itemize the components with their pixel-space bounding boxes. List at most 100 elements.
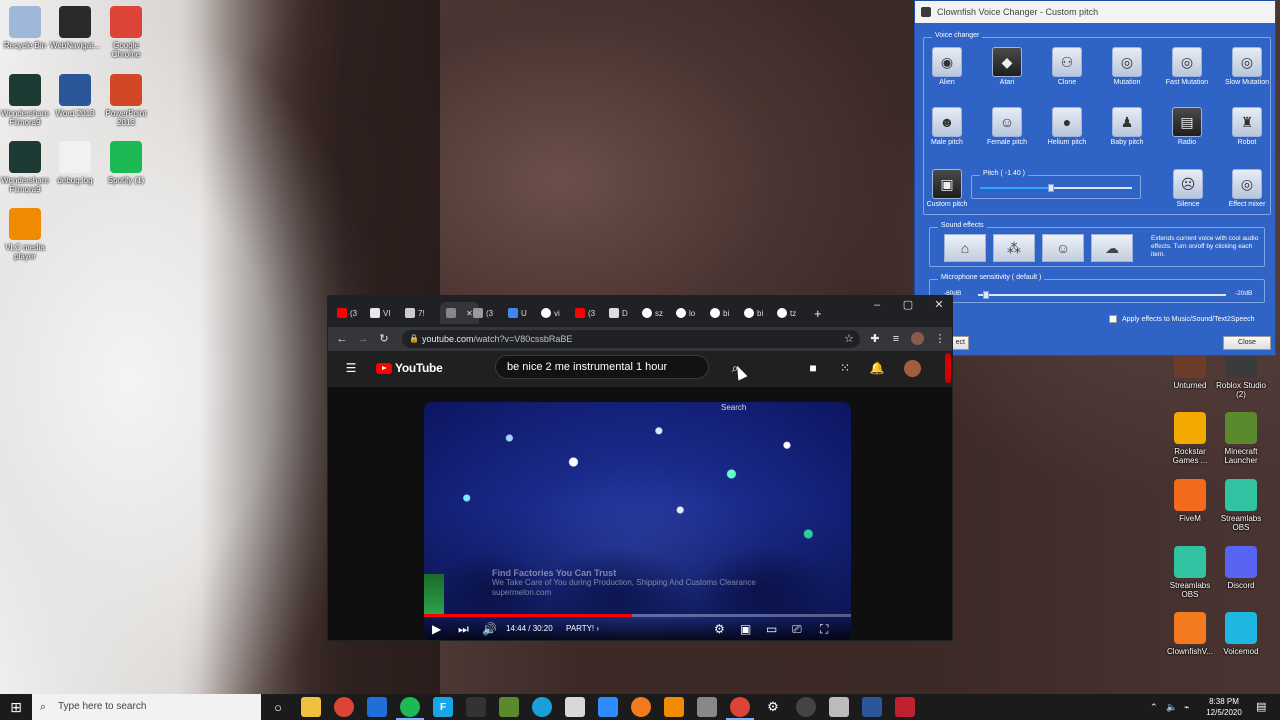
browser-tab[interactable]: VI	[370, 302, 391, 324]
taskbar-clock[interactable]: 8:38 PM 12/5/2020	[1200, 696, 1248, 718]
voice-effect-button[interactable]: ☺ Female pitch	[978, 107, 1036, 147]
browser-tab[interactable]: (3	[575, 302, 595, 324]
extensions-icon[interactable]: ✚	[867, 331, 883, 347]
chrome-active-taskbar-icon[interactable]	[726, 697, 754, 720]
scrollbar-thumb[interactable]	[945, 353, 951, 383]
hamburger-menu-icon[interactable]: ☰	[343, 360, 359, 376]
pitch-slider-knob[interactable]	[1048, 184, 1055, 192]
voice-effect-button[interactable]: ◎ Slow Mutation	[1218, 47, 1276, 87]
voice-effect-button[interactable]: ⚇ Clone	[1038, 47, 1096, 87]
globe-taskbar-icon[interactable]	[796, 697, 816, 717]
voice-effect-button[interactable]: ◉ Alien	[918, 47, 976, 87]
sound-effect-ghost-icon[interactable]: ☁	[1091, 234, 1133, 262]
desktop-icon[interactable]: debug.log	[47, 141, 103, 185]
desktop-icon[interactable]: FiveM	[1162, 479, 1218, 523]
next-icon[interactable]: ⏭	[458, 622, 469, 636]
voice-effect-button[interactable]: ☻ Male pitch	[918, 107, 976, 147]
mic-slider-knob[interactable]	[982, 291, 989, 299]
notification-center-icon[interactable]: ▤	[1256, 694, 1266, 720]
profile-avatar[interactable]	[909, 331, 925, 347]
desktop-icon[interactable]: PowerPoint 2013	[98, 74, 154, 127]
youtube-search-input[interactable]: be nice 2 me instrumental 1 hour	[495, 355, 709, 379]
chrome-menu-icon[interactable]: ⋮	[932, 331, 948, 347]
app4-taskbar-icon[interactable]	[862, 697, 882, 717]
task-view-icon[interactable]: ○	[268, 697, 288, 717]
settings-taskbar-icon[interactable]: ⚙	[763, 697, 783, 717]
volume-tray-icon[interactable]: 🔈	[1166, 694, 1177, 720]
network-tray-icon[interactable]: ⌁	[1184, 694, 1189, 720]
back-icon[interactable]: ←	[334, 331, 350, 347]
edge-taskbar-icon[interactable]	[532, 697, 552, 717]
spotify-taskbar-icon[interactable]	[396, 697, 424, 720]
minecraft-taskbar-icon[interactable]	[499, 697, 519, 717]
voice-effect-button[interactable]: ◎ Mutation	[1098, 47, 1156, 87]
address-bar[interactable]: 🔒 youtube.com/watch?v=V80cssbRaBE ☆	[402, 330, 860, 348]
app5-taskbar-icon[interactable]	[895, 697, 915, 717]
zoom-taskbar-icon[interactable]	[598, 697, 618, 717]
desktop-icon[interactable]: Wondershare Filmora9	[0, 141, 53, 194]
browser-tab[interactable]: D	[609, 302, 628, 324]
roblox-taskbar-icon[interactable]	[565, 697, 585, 717]
close-button[interactable]: Close	[1223, 336, 1271, 350]
cast-icon[interactable]: ⎚	[792, 622, 802, 636]
desktop-icon[interactable]: Discord	[1213, 546, 1269, 590]
browser-tab[interactable]: lo	[676, 302, 695, 324]
volume-icon[interactable]: 🔊	[482, 622, 497, 636]
desktop-icon[interactable]: Streamlabs OBS	[1213, 479, 1269, 532]
reading-list-icon[interactable]: ≡	[888, 331, 904, 347]
desktop-icon[interactable]: VLC media player	[0, 208, 53, 261]
apply-effects-checkbox[interactable]: Apply effects to Music/Sound/Text2Speech	[1109, 315, 1255, 323]
apps-grid-icon[interactable]: ⁙	[837, 360, 853, 376]
mic-sensitivity-slider[interactable]	[978, 291, 1226, 299]
miniplayer-icon[interactable]: ▣	[740, 622, 751, 636]
clownfish-taskbar-icon[interactable]	[631, 697, 651, 717]
f-app-taskbar-icon[interactable]: F	[433, 697, 453, 717]
windows-start-icon[interactable]: ⊞	[0, 694, 32, 720]
browser-tab[interactable]: (3	[337, 302, 357, 324]
pitch-slider[interactable]	[980, 184, 1132, 192]
app-taskbar-icon[interactable]	[367, 697, 387, 717]
voice-effect-button[interactable]: ◎ Fast Mutation	[1158, 47, 1216, 87]
browser-tab[interactable]: U	[508, 302, 527, 324]
progress-bar[interactable]	[424, 614, 851, 617]
desktop-icon[interactable]: ClownfishV...	[1162, 612, 1218, 656]
effect-custom-pitch[interactable]: ▣ Custom pitch	[918, 169, 976, 209]
desktop-icon[interactable]: WebNavigat...	[47, 6, 103, 50]
forward-icon[interactable]: →	[355, 331, 371, 347]
desktop-icon[interactable]: Spotify (1)	[98, 141, 154, 185]
ad-overlay[interactable]: Find Factories You Can Trust We Take Car…	[492, 568, 756, 598]
effect-silence[interactable]: ☹ Silence	[1159, 169, 1217, 209]
play-icon[interactable]: ▶	[432, 622, 441, 636]
browser-tab[interactable]: sz	[642, 302, 663, 324]
voice-effect-button[interactable]: ● Helium pitch	[1038, 107, 1096, 147]
settings-icon[interactable]: ⚙	[714, 622, 725, 636]
clownfish-titlebar[interactable]: Clownfish Voice Changer - Custom pitch	[915, 1, 1275, 23]
reload-icon[interactable]: ↻	[376, 331, 392, 347]
browser-tab[interactable]: vi	[541, 302, 560, 324]
voice-effect-button[interactable]: ▤ Radio	[1158, 107, 1216, 147]
youtube-logo[interactable]: YouTube	[376, 361, 443, 375]
desktop-icon[interactable]: Wondershare Filmora9	[0, 74, 53, 127]
effect-mixer[interactable]: ◎ Effect mixer	[1218, 169, 1276, 209]
browser-tab[interactable]: 7!	[405, 302, 425, 324]
video-player[interactable]: Find Factories You Can Trust We Take Car…	[424, 402, 851, 640]
close-tab-icon[interactable]: ✕	[466, 309, 473, 318]
close-window-icon[interactable]: ✕	[924, 296, 952, 314]
vlc-taskbar-icon[interactable]	[664, 697, 684, 717]
chrome-taskbar-icon[interactable]	[334, 697, 354, 717]
desktop-icon[interactable]: Word 2013	[47, 74, 103, 118]
chapter-title[interactable]: PARTY! ›	[566, 624, 599, 633]
app2-taskbar-icon[interactable]	[697, 697, 717, 717]
fullscreen-icon[interactable]: ⛶	[820, 622, 828, 636]
desktop-icon[interactable]: Google Chrome	[98, 6, 154, 59]
notifications-bell-icon[interactable]: 🔔	[869, 360, 885, 376]
desktop-icon[interactable]: Rockstar Games ...	[1162, 412, 1218, 465]
tray-chevron-icon[interactable]: ⌃	[1150, 694, 1158, 720]
checkbox-box[interactable]	[1109, 315, 1117, 323]
sound-effect-church-icon[interactable]: ⌂	[944, 234, 986, 262]
bookmark-star-icon[interactable]: ☆	[844, 330, 854, 348]
theater-mode-icon[interactable]: ▭	[766, 622, 777, 636]
file-explorer-icon[interactable]	[301, 697, 321, 717]
sound-effect-crowd-icon[interactable]: ☺	[1042, 234, 1084, 262]
browser-tab[interactable]: bi	[744, 302, 763, 324]
